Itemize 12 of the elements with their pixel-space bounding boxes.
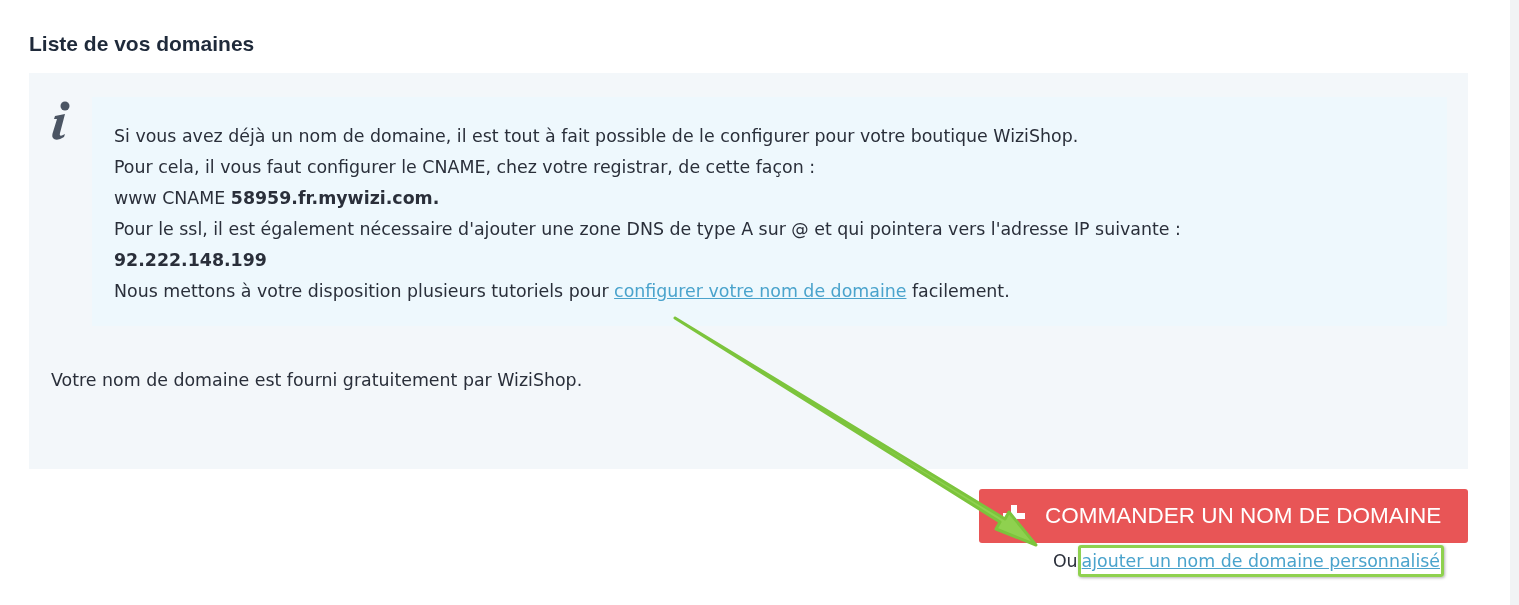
custom-domain-link[interactable]: ajouter un nom de domaine personnalisé [1081,551,1440,571]
section-heading: Liste de vos domaines [29,31,256,57]
info-text: Pour cela, il vous faut configurer le CNAME, chez votre registrar, de cette façon : [114,156,817,179]
tutorial-link[interactable]: configurer votre nom de domaine [614,281,907,301]
info-text: 92.222.148.199 [114,249,268,272]
or-text: Ou [1052,550,1078,573]
info-text: Nous mettons à votre disposition plusieurs tutoriels pour configurer votre nom de domaine facilement. [114,280,1011,303]
info-text: Pour le ssl, il est également nécessaire d'ajouter une zone DNS de type A sur @ et qui pointera vers l'adresse IP suivante : [114,218,1182,241]
free-domain-text: Votre nom de domaine est fourni gratuitement par WiziShop. [51,369,584,392]
info-text: www CNAME 58959.fr.mywizi.com. [114,187,441,210]
info-text: Si vous avez déjà un nom de domaine, il est tout à fait possible de le configurer pour votre boutique WiziShop. [114,125,1080,148]
order-domain-button[interactable]: COMMANDER UN NOM DE DOMAINE [979,489,1468,543]
